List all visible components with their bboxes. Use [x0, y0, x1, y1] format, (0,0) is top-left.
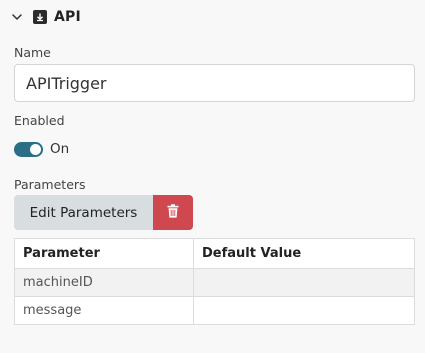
table-row[interactable]: machineID: [14, 268, 415, 297]
section-header[interactable]: API: [10, 6, 81, 28]
enabled-toggle[interactable]: [14, 141, 43, 157]
name-input[interactable]: [14, 64, 415, 102]
section-title: API: [54, 9, 81, 25]
trash-icon: [167, 204, 179, 221]
enabled-label: Enabled: [14, 113, 65, 128]
delete-parameters-button[interactable]: [153, 195, 193, 230]
api-trigger-panel: API Name Enabled On Parameters Edit Para…: [0, 0, 425, 353]
enabled-toggle-row: On: [14, 140, 69, 158]
toggle-knob: [30, 143, 41, 155]
table-row[interactable]: message: [14, 296, 415, 325]
parameter-name-cell: machineID: [14, 268, 194, 297]
column-header-default-value: Default Value: [193, 238, 415, 269]
enabled-state-text: On: [50, 141, 70, 157]
column-header-parameter: Parameter: [14, 238, 194, 269]
chevron-down-icon[interactable]: [10, 10, 24, 24]
parameter-name-cell: message: [14, 296, 194, 325]
default-value-cell[interactable]: [193, 268, 415, 297]
parameters-button-group: Edit Parameters: [14, 195, 193, 230]
table-header-row: Parameter Default Value: [14, 238, 415, 269]
edit-parameters-button[interactable]: Edit Parameters: [14, 195, 153, 230]
parameters-label: Parameters: [14, 177, 86, 192]
arrow-down-box-icon: [33, 10, 47, 24]
parameters-table: Parameter Default Value machineID messag…: [14, 238, 415, 325]
default-value-cell[interactable]: [193, 296, 415, 325]
name-label: Name: [14, 45, 51, 60]
